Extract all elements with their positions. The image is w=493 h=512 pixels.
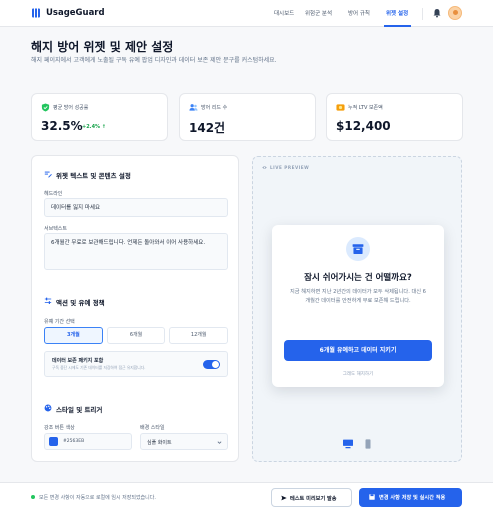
button-color-label: 강조 버튼 색상 (44, 425, 75, 431)
mobile-view-icon[interactable] (361, 439, 375, 449)
button-color-picker[interactable]: #2563EB (44, 433, 132, 450)
period-label: 유예 기간 선택 (44, 319, 75, 325)
headline-input[interactable]: 데이터를 잃지 마세요 (44, 198, 228, 217)
coins-icon (336, 104, 345, 111)
preview-modal: 잠시 쉬어가시는 건 어떨까요? 지금 해지하면 지난 2년간의 데이터가 모두… (272, 225, 444, 387)
subtext-label: 서브텍스트 (44, 226, 68, 232)
save-apply-label: 변경 사항 저장 및 실시간 적용 (379, 495, 446, 501)
color-hex-value: #2563EB (63, 439, 85, 444)
archive-icon-badge (346, 237, 370, 261)
period-option-3-months[interactable]: 3개월 (44, 327, 103, 344)
shield-check-icon (41, 103, 50, 112)
period-option-12-months[interactable]: 12개월 (169, 327, 229, 344)
bg-style-value: 심플 화이트 (147, 440, 172, 446)
brand-name: UsageGuard (46, 8, 105, 18)
stat-card-success-rate: 평균 방어 성공률 32.5% +2.4% ↑ (31, 93, 168, 141)
chevron-down-icon (217, 441, 222, 444)
nav-defense-rules[interactable]: 방어 규칙 (348, 9, 370, 17)
modal-cta-button[interactable]: 6개월 유예하고 데이터 지키기 (284, 340, 432, 361)
settings-panel: 위젯 텍스트 및 콘텐츠 설정 헤드라인 데이터를 잃지 마세요 서브텍스트 6… (31, 155, 239, 462)
bg-style-select[interactable]: 심플 화이트 (140, 433, 228, 450)
sliders-icon (44, 297, 52, 304)
stat-label: 누적 LTV 보존액 (348, 105, 383, 111)
subtext-textarea[interactable]: 6개월간 무료로 보관해드립니다. 언제든 돌아와서 이어 사용하세요. (44, 233, 228, 270)
live-preview-panel: LIVE PREVIEW 잠시 쉬어가시는 건 어떨까요? 지금 해지하면 지난… (252, 156, 462, 462)
bell-icon[interactable] (432, 8, 442, 18)
text-edit-icon (44, 171, 52, 178)
page-title: 해지 방어 위젯 및 제안 설정 (31, 40, 174, 54)
eye-icon (262, 166, 267, 169)
page-description: 해지 페이지에서 고객에게 노출될 구독 유예 팝업 디자인과 데이터 보존 제… (31, 57, 277, 64)
desktop-view-icon[interactable] (341, 439, 355, 449)
top-navigation-bar: UsageGuard 대시보드 위험군 분석 방어 규칙 위젯 설정 (0, 0, 493, 27)
send-test-label: 테스트 미리보기 발송 (290, 496, 337, 502)
autosave-status-dot (31, 495, 35, 499)
retention-toggle-row: 데이터 보존 패키지 포함 구독 중단 시에도 기존 데이터를 저장하여 접근 … (44, 351, 228, 377)
brand-logo-icon (32, 8, 40, 18)
retention-toggle[interactable] (203, 360, 220, 369)
palette-icon (44, 404, 52, 412)
nav-risk-analysis[interactable]: 위험군 분석 (305, 9, 332, 17)
autosave-status-text: 모든 변경 사항이 자동으로 로컬에 임시 저장되었습니다. (39, 495, 156, 501)
period-segmented-control: 3개월 6개월 12개월 (44, 327, 229, 344)
nav-widget-settings[interactable]: 위젯 설정 (386, 9, 408, 17)
save-and-apply-button[interactable]: 변경 사항 저장 및 실시간 적용 (359, 488, 462, 507)
stat-label: 평균 방어 성공률 (53, 105, 89, 111)
headline-label: 헤드라인 (44, 191, 63, 197)
active-nav-indicator (384, 25, 411, 27)
bg-style-label: 배경 스타일 (140, 425, 165, 431)
modal-body: 지금 해지하면 지난 2년간의 데이터가 모두 삭제됩니다. 대신 6개월간 데… (290, 289, 426, 304)
style-section-title: 스타일 및 트리거 (56, 406, 103, 414)
stat-card-leads: 방어 리드 수 142건 (179, 93, 316, 141)
action-section-title: 액션 및 유예 정책 (56, 299, 105, 307)
modal-cancel-link[interactable]: 그래도 해지하기 (272, 371, 444, 377)
stat-value: 142건 (189, 121, 226, 135)
footer-bar: 모든 변경 사항이 자동으로 로컬에 임시 저장되었습니다. 테스트 미리보기 … (0, 482, 493, 512)
live-preview-badge: LIVE PREVIEW (270, 165, 310, 170)
period-option-6-months[interactable]: 6개월 (106, 327, 166, 344)
nav-dashboard[interactable]: 대시보드 (274, 9, 294, 17)
send-icon (281, 495, 287, 501)
stat-value: 32.5% (41, 119, 83, 133)
widget-section-title: 위젯 텍스트 및 콘텐츠 설정 (56, 172, 131, 180)
stat-value: $12,400 (336, 119, 391, 133)
retention-title: 데이터 보존 패키지 포함 (52, 358, 104, 364)
stat-label: 방어 리드 수 (201, 105, 228, 111)
users-icon (189, 104, 198, 111)
save-icon (369, 494, 375, 500)
archive-icon (352, 244, 364, 255)
nav-divider (422, 8, 423, 20)
user-avatar[interactable] (448, 6, 462, 20)
color-swatch (49, 437, 58, 446)
send-test-preview-button[interactable]: 테스트 미리보기 발송 (271, 488, 352, 507)
stat-card-ltv: 누적 LTV 보존액 $12,400 (326, 93, 463, 141)
retention-description: 구독 중단 시에도 기존 데이터를 저장하여 접근 유지합니다. (52, 365, 146, 370)
modal-title: 잠시 쉬어가시는 건 어떨까요? (304, 273, 412, 283)
stat-delta: +2.4% ↑ (82, 124, 106, 130)
